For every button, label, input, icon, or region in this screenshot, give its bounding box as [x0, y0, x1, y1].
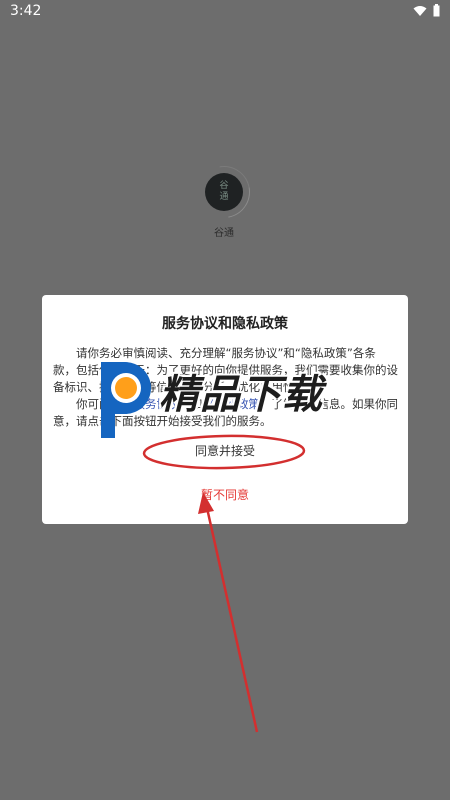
dialog-paragraph-2: 你可阅读《服务协议》和《隐私政策》了解详细信息。如果你同意，请点击下面按钮开始接…: [53, 396, 398, 430]
app-logo-line1: 谷: [219, 181, 229, 191]
status-time: 3:42: [10, 3, 42, 19]
para2-and: 和: [191, 397, 203, 411]
status-icons: [413, 4, 440, 17]
service-agreement-link[interactable]: 《服务协议》: [122, 397, 191, 411]
status-bar: 3:42: [0, 0, 450, 24]
app-logo: 谷 通: [205, 173, 243, 211]
privacy-policy-link[interactable]: 《隐私政策》: [203, 397, 272, 411]
dialog-body: 请你务必审慎阅读、充分理解“服务协议”和“隐私政策”各条款，包括但不限于：为了更…: [53, 345, 398, 430]
dialog-title: 服务协议和隐私政策: [162, 316, 288, 332]
annotation-arrow-shaft: [205, 507, 259, 733]
accept-button[interactable]: 同意并接受: [142, 441, 308, 461]
privacy-dialog: 服务协议和隐私政策 请你务必审慎阅读、充分理解“服务协议”和“隐私政策”各条款，…: [42, 295, 408, 524]
wifi-icon: [413, 5, 427, 17]
app-name: 谷通: [214, 228, 234, 239]
reject-button[interactable]: 暂不同意: [182, 485, 268, 505]
dialog-paragraph-1: 请你务必审慎阅读、充分理解“服务协议”和“隐私政策”各条款，包括但不限于：为了更…: [53, 346, 398, 394]
para2-prefix: 你可阅读: [76, 397, 122, 411]
app-logo-line2: 通: [219, 192, 229, 202]
battery-icon: [433, 4, 440, 17]
